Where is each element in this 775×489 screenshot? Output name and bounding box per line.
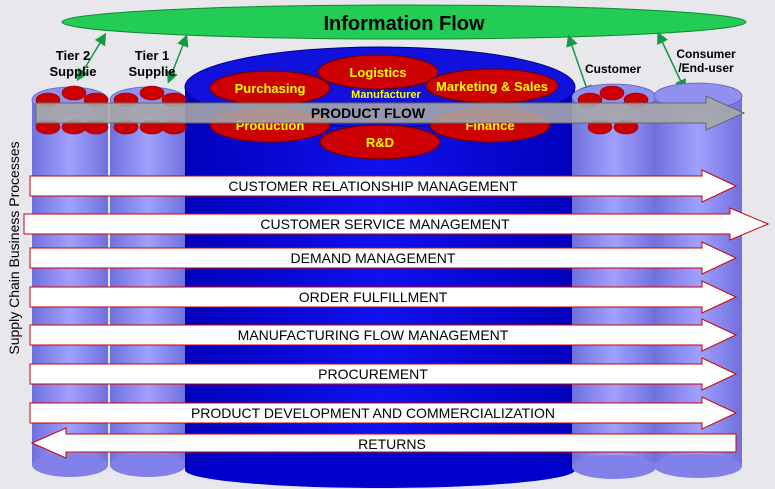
tier2-label-line1: Tier 2: [56, 48, 90, 63]
process-label-4: MANUFACTURING FLOW MANAGEMENT: [238, 327, 509, 343]
purchasing-label: Purchasing: [235, 81, 306, 96]
function-oval-logistics: Logistics: [317, 54, 439, 90]
process-label-3: ORDER FULFILLMENT: [299, 289, 448, 305]
consumer-label-line2: /End-user: [678, 61, 734, 75]
marketing-label: Marketing & Sales: [436, 79, 548, 94]
information-flow-label: Information Flow: [323, 13, 485, 35]
process-label-1: CUSTOMER SERVICE MANAGEMENT: [260, 216, 510, 232]
side-label: Supply Chain Business Processes: [6, 141, 22, 354]
process-label-2: DEMAND MANAGEMENT: [291, 250, 456, 266]
tier2-label-line2: Supplie: [50, 64, 97, 79]
rnd-label: R&D: [366, 135, 394, 150]
manufacturer-label: Manufacturer: [351, 89, 421, 101]
function-oval-marketing: Marketing & Sales: [425, 68, 559, 104]
process-label-5: PROCUREMENT: [318, 366, 428, 382]
tier1-label-line2: Supplie: [129, 64, 176, 79]
customer-label: Customer: [585, 62, 641, 76]
process-label-7: RETURNS: [358, 436, 426, 452]
process-label-0: CUSTOMER RELATIONSHIP MANAGEMENT: [228, 178, 518, 194]
process-label-6: PRODUCT DEVELOPMENT AND COMMERCIALIZATIO…: [191, 405, 555, 421]
consumer-label-line1: Consumer: [676, 47, 736, 61]
function-oval-rnd: R&D: [319, 124, 441, 160]
supply-chain-diagram: Information Flow Tier 2 Supplie Tier 1 S…: [6, 4, 770, 488]
tier1-label-line1: Tier 1: [135, 48, 169, 63]
product-flow-label: PRODUCT FLOW: [311, 105, 426, 121]
function-oval-purchasing: Purchasing: [209, 70, 331, 106]
logistics-label: Logistics: [349, 65, 406, 80]
